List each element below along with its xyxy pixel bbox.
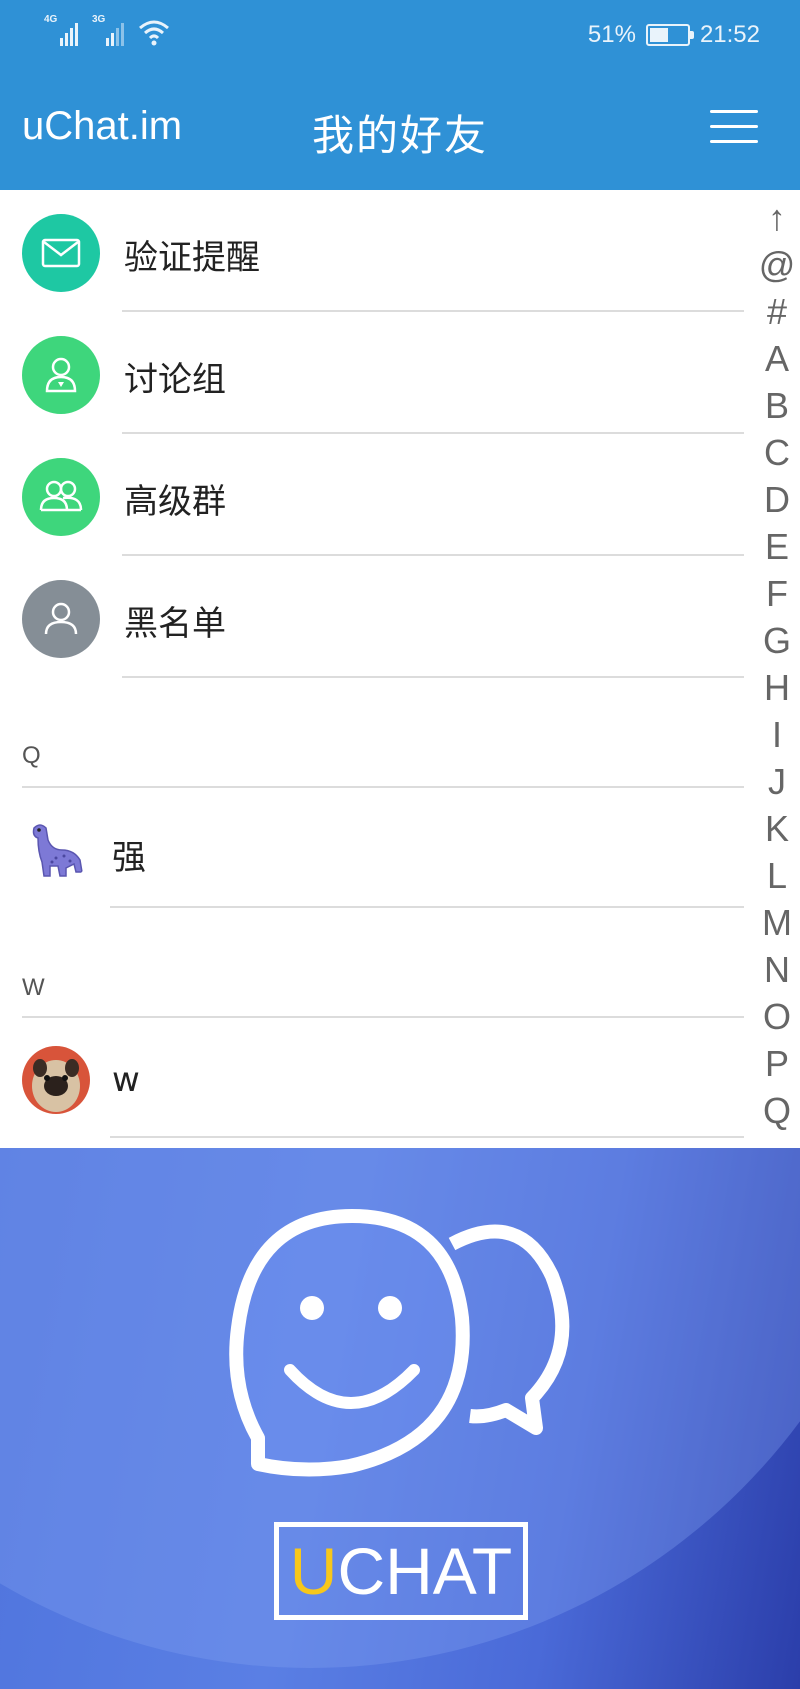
logo-letter-u: U — [289, 1534, 338, 1608]
divider — [110, 1136, 744, 1138]
person-icon — [44, 602, 78, 635]
list-item-label: 高级群 — [124, 482, 226, 522]
section-header-q: Q — [22, 742, 41, 769]
friend-list: 验证提醒 讨论组 高级群 黑名单 Q 强 W w — [0, 190, 800, 1148]
index-letter[interactable]: K — [765, 805, 789, 852]
page-title: 我的好友 — [311, 111, 488, 160]
status-bar: 4G 3G 51% 21:52 — [0, 0, 800, 68]
index-letter[interactable]: O — [763, 993, 791, 1040]
list-item-discussion-groups[interactable]: 讨论组 — [0, 312, 760, 434]
pug-avatar — [22, 1046, 90, 1114]
index-letter[interactable]: G — [763, 617, 791, 664]
signal-type-label-2: 3G — [92, 14, 106, 25]
list-item-verification[interactable]: 验证提醒 — [0, 190, 760, 312]
index-letter[interactable]: ↑ — [768, 194, 786, 241]
wifi-icon — [139, 20, 169, 46]
section-header-w: W — [22, 974, 45, 1001]
list-item-label: 验证提醒 — [124, 238, 260, 278]
divider — [110, 906, 744, 908]
status-right: 51% 21:52 — [588, 18, 760, 52]
index-letter[interactable]: J — [768, 758, 786, 805]
icon-circle — [22, 580, 100, 658]
index-letter[interactable]: F — [766, 570, 788, 617]
index-letter[interactable]: D — [764, 476, 790, 523]
list-item-label: 讨论组 — [124, 360, 226, 400]
icon-circle — [22, 336, 100, 414]
icon-circle — [22, 458, 100, 536]
index-letter[interactable]: N — [764, 946, 790, 993]
index-letter[interactable]: I — [772, 711, 782, 758]
index-letter[interactable]: E — [765, 523, 789, 570]
contact-name: 强 — [112, 838, 146, 878]
index-letter[interactable]: # — [767, 288, 787, 335]
contact-row-w[interactable]: w — [0, 1018, 760, 1138]
group-icon — [39, 480, 83, 512]
contact-name: w — [112, 1060, 140, 1100]
index-letter[interactable]: A — [765, 335, 789, 382]
clock: 21:52 — [699, 21, 760, 48]
index-letter[interactable]: P — [765, 1040, 789, 1087]
index-letter[interactable]: M — [762, 899, 792, 946]
hamburger-menu-icon[interactable] — [710, 110, 758, 144]
battery-percent: 51% — [587, 21, 636, 48]
cell-signal-icon — [60, 20, 78, 46]
icon-circle — [22, 214, 100, 292]
alphabet-index[interactable]: ↑ @ # A B C D E F G H I J K L M N O P Q — [754, 194, 800, 1134]
list-item-blacklist[interactable]: 黑名单 — [0, 556, 760, 678]
promo-banner: U CHAT — [0, 1148, 800, 1689]
logo-text: CHAT — [337, 1534, 513, 1608]
person-badge-icon — [45, 357, 77, 393]
list-item-label: 黑名单 — [124, 604, 226, 644]
list-item-advanced-groups[interactable]: 高级群 — [0, 434, 760, 556]
divider — [122, 676, 744, 678]
app-bar: uChat.im 我的好友 — [0, 68, 800, 190]
index-letter[interactable]: @ — [759, 241, 796, 288]
uchat-logo: U CHAT — [274, 1522, 528, 1620]
dinosaur-avatar — [22, 816, 90, 884]
app-screen: 4G 3G 51% 21:52 uChat.im 我的好友 验证提醒 讨论组 高… — [0, 0, 800, 1689]
index-letter[interactable]: Q — [763, 1087, 791, 1134]
contact-row-qiang[interactable]: 强 — [0, 788, 760, 908]
index-letter[interactable]: L — [767, 852, 787, 899]
envelope-icon — [41, 238, 81, 268]
signal-type-label: 4G — [44, 14, 58, 25]
index-letter[interactable]: H — [764, 664, 790, 711]
cell-signal-icon-2 — [106, 20, 124, 46]
battery-icon — [645, 24, 694, 46]
index-letter[interactable]: C — [764, 429, 790, 476]
index-letter[interactable]: B — [765, 382, 789, 429]
